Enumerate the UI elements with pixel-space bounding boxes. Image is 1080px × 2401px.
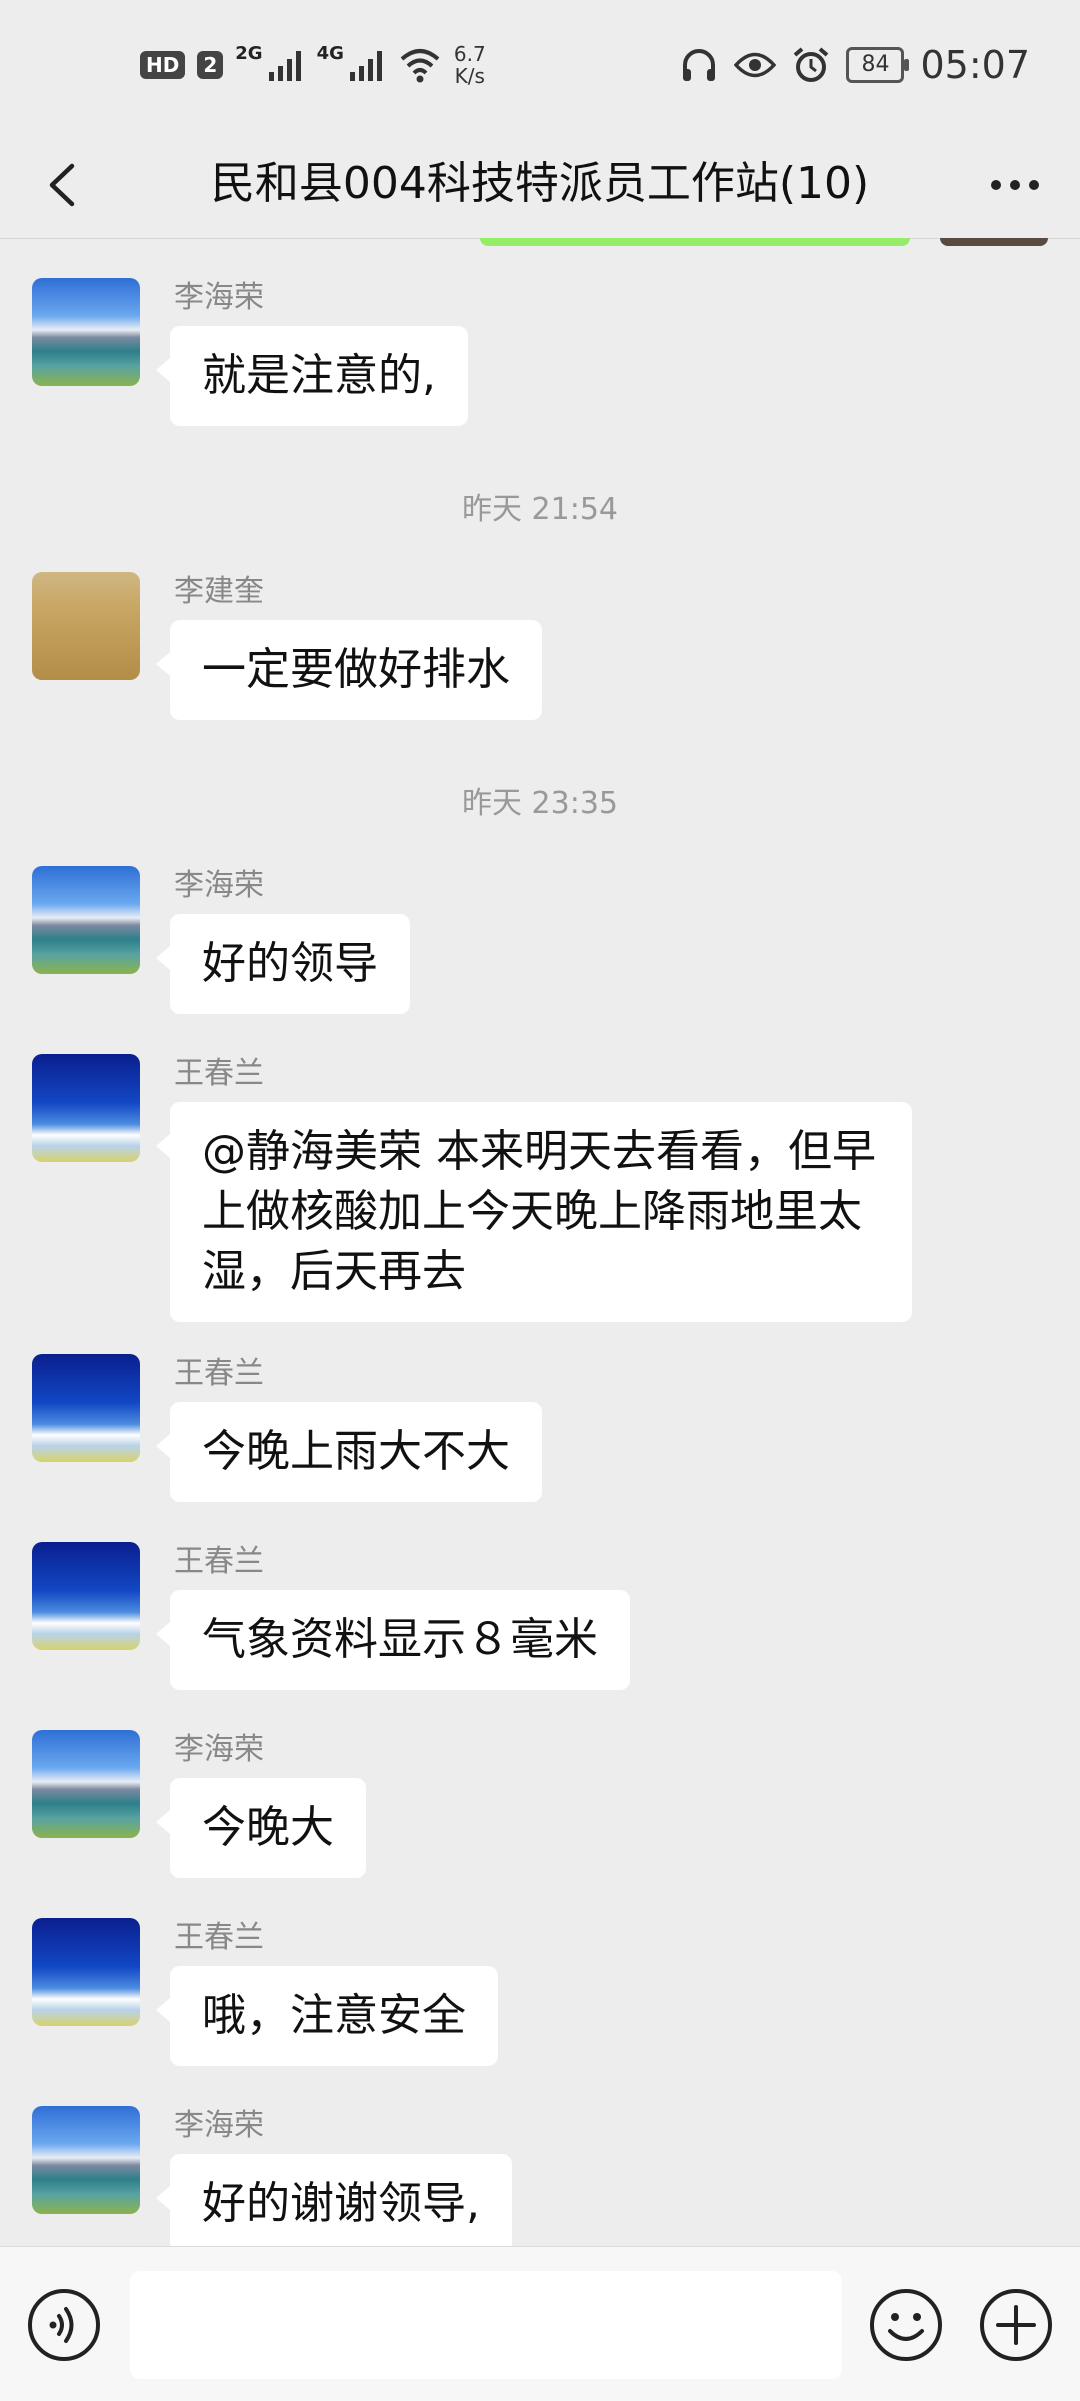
avatar[interactable] — [32, 866, 140, 974]
avatar[interactable] — [32, 2106, 140, 2214]
voice-icon — [28, 2289, 100, 2361]
more-options-button[interactable] — [980, 150, 1050, 220]
message-bubble[interactable]: 今晚上雨大不大 — [156, 1402, 542, 1502]
sender-name: 李海荣 — [174, 2108, 264, 2143]
sender-name: 李海荣 — [174, 868, 264, 903]
input-toolbar — [0, 2246, 1080, 2401]
chat-header: 民和县004科技特派员工作站(10) — [0, 130, 1080, 239]
status-bar-left: HD 2 2G 4G 6.7 K/s — [140, 40, 486, 90]
status-bar: HD 2 2G 4G 6.7 K/s 84 05:07 — [0, 0, 1080, 130]
emoji-button[interactable] — [868, 2287, 944, 2363]
signal-icon — [349, 51, 382, 81]
wifi-icon — [400, 49, 440, 83]
sender-name: 王春兰 — [174, 1356, 264, 1391]
message-bubble[interactable]: 哦，注意安全 — [156, 1966, 498, 2066]
message-bubble[interactable]: 一定要做好排水 — [156, 620, 542, 720]
message-input[interactable] — [130, 2271, 842, 2379]
avatar[interactable] — [32, 1542, 140, 1650]
message-bubble[interactable]: 今晚大 — [156, 1778, 366, 1878]
back-button[interactable] — [30, 150, 100, 220]
message-bubble[interactable]: @静海美荣 本来明天去看看，但早上做核酸加上今天晚上降雨地里太湿，后天再去 — [156, 1102, 912, 1322]
signal-icon — [268, 51, 301, 81]
alarm-icon — [794, 47, 829, 82]
voice-input-button[interactable] — [26, 2287, 102, 2363]
eye-icon — [734, 52, 777, 78]
sender-name: 王春兰 — [174, 1544, 264, 1579]
message-bubble[interactable]: 就是注意的, — [156, 326, 468, 426]
sender-name: 李海荣 — [174, 280, 264, 315]
emoji-icon — [870, 2289, 942, 2361]
hd-badge: HD — [140, 51, 186, 79]
more-dots-icon — [991, 180, 1039, 190]
status-bar-right: 84 05:07 — [680, 40, 1030, 90]
network-type-1: 2G — [235, 42, 263, 64]
message-bubble[interactable]: 气象资料显示８毫米 — [156, 1590, 630, 1690]
timestamp-separator: 昨天 21:54 — [462, 492, 618, 527]
net-speed: 6.7 K/s — [454, 43, 486, 87]
message-bubble[interactable]: 好的领导 — [156, 914, 410, 1014]
battery-indicator: 84 — [846, 47, 910, 83]
plus-icon — [980, 2289, 1052, 2361]
avatar[interactable] — [32, 1054, 140, 1162]
sender-name: 王春兰 — [174, 1056, 264, 1091]
timestamp-separator: 昨天 23:35 — [462, 786, 618, 821]
own-avatar-partial[interactable] — [940, 238, 1048, 246]
avatar[interactable] — [32, 1918, 140, 2026]
message-list[interactable]: 李海荣 就是注意的, 昨天 21:54 李建奎 一定要做好排水 昨天 23:35… — [0, 238, 1080, 2246]
avatar[interactable] — [32, 278, 140, 386]
net-speed-unit: K/s — [454, 64, 485, 88]
status-time: 05:07 — [920, 43, 1030, 87]
chevron-left-icon — [49, 163, 75, 207]
sender-name: 李海荣 — [174, 1732, 264, 1767]
sender-name: 王春兰 — [174, 1920, 264, 1955]
headphones-icon — [683, 49, 716, 81]
avatar[interactable] — [32, 1730, 140, 1838]
net-speed-value: 6.7 — [453, 42, 486, 66]
message-bubble[interactable]: 好的谢谢领导, — [156, 2154, 512, 2246]
network-type-2: 4G — [316, 42, 344, 64]
own-message-bubble-partial[interactable] — [480, 238, 910, 246]
sender-name: 李建奎 — [174, 574, 264, 609]
avatar[interactable] — [32, 1354, 140, 1462]
sim-slot-badge: 2 — [197, 51, 224, 79]
chat-title: 民和县004科技特派员工作站(10) — [210, 158, 870, 209]
more-functions-button[interactable] — [978, 2287, 1054, 2363]
avatar[interactable] — [32, 572, 140, 680]
